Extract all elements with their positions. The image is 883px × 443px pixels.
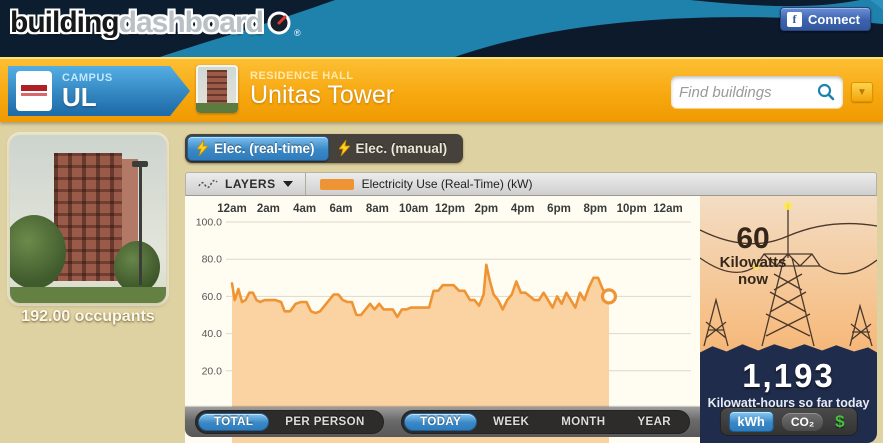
current-kilowatts-stat: 60 Kilowatts now bbox=[710, 224, 796, 289]
legend-label: Electricity Use (Real-Time) (kW) bbox=[362, 177, 533, 191]
gauge-icon bbox=[266, 10, 292, 36]
svg-text:12am: 12am bbox=[653, 203, 682, 215]
layers-dropdown-button[interactable]: LAYERS bbox=[186, 173, 306, 195]
svg-text:6pm: 6pm bbox=[547, 203, 571, 215]
top-header: buildingdashboard ® f Connect bbox=[0, 0, 883, 57]
unit-toggle-bar: kWh CO₂ $ bbox=[719, 407, 857, 436]
building-photo bbox=[10, 135, 166, 303]
kilowatts-now-word: now bbox=[710, 271, 796, 288]
building-name: Unitas Tower bbox=[250, 82, 394, 108]
chart-area: 100.0 80.0 60.0 40.0 20.0 12am 2am 4am 6am 8am 10a… bbox=[185, 196, 700, 443]
kwh-unit-button[interactable]: kWh bbox=[728, 411, 773, 432]
year-button[interactable]: YEAR bbox=[621, 413, 687, 431]
today-button[interactable]: TODAY bbox=[404, 413, 477, 431]
building-nav-bar: CAMPUS UL RESIDENCE HALL Unitas Tower ▼ bbox=[0, 57, 883, 122]
svg-text:2pm: 2pm bbox=[475, 203, 499, 215]
campus-breadcrumb[interactable]: CAMPUS UL bbox=[8, 66, 190, 116]
svg-text:80.0: 80.0 bbox=[202, 254, 223, 266]
chart-toolbar: TOTAL PER PERSON TODAY WEEK MONTH YEAR bbox=[185, 407, 700, 437]
month-button[interactable]: MONTH bbox=[545, 413, 621, 431]
electricity-usage-chart[interactable]: 100.0 80.0 60.0 40.0 20.0 12am 2am 4am 6am 8am 10a… bbox=[185, 196, 700, 443]
week-button[interactable]: WEEK bbox=[477, 413, 545, 431]
tab-label: Elec. (real-time) bbox=[214, 141, 315, 156]
layers-label: LAYERS bbox=[225, 177, 276, 191]
lightning-bolt-icon bbox=[339, 140, 350, 156]
svg-text:12pm: 12pm bbox=[435, 203, 465, 215]
campus-logo-thumbnail bbox=[16, 71, 52, 111]
kwh-today-value: 1,193 bbox=[700, 357, 877, 395]
period-segmented-control: TODAY WEEK MONTH YEAR bbox=[401, 410, 690, 434]
svg-text:20.0: 20.0 bbox=[202, 365, 223, 377]
dollars-unit-button[interactable]: $ bbox=[831, 412, 848, 432]
connect-label: Connect bbox=[808, 12, 860, 27]
facebook-icon: f bbox=[787, 12, 802, 27]
campus-name: UL bbox=[62, 84, 113, 110]
search-input[interactable] bbox=[679, 84, 817, 101]
total-button[interactable]: TOTAL bbox=[198, 413, 269, 431]
per-person-button[interactable]: PER PERSON bbox=[269, 413, 380, 431]
tab-elec-realtime[interactable]: Elec. (real-time) bbox=[187, 136, 329, 161]
facebook-connect-button[interactable]: f Connect bbox=[780, 7, 871, 31]
svg-text:10am: 10am bbox=[399, 203, 428, 215]
building-photo-thumbnail bbox=[196, 65, 238, 113]
svg-text:4pm: 4pm bbox=[511, 203, 535, 215]
occupants-count: 192.00 occupants bbox=[0, 308, 176, 326]
layers-legend-bar: LAYERS Electricity Use (Real-Time) (kW) bbox=[185, 172, 877, 196]
svg-text:40.0: 40.0 bbox=[202, 328, 223, 340]
legend-swatch bbox=[320, 179, 354, 190]
svg-text:6am: 6am bbox=[329, 203, 352, 215]
svg-text:60.0: 60.0 bbox=[202, 291, 223, 303]
building-dashboard-logo[interactable]: buildingdashboard ® bbox=[10, 8, 301, 38]
chevron-down-icon bbox=[283, 181, 293, 187]
layers-squiggle-icon bbox=[198, 178, 218, 190]
building-dashboard-page: buildingdashboard ® f Connect CAMPUS UL … bbox=[0, 0, 883, 443]
find-buildings-search bbox=[671, 76, 843, 108]
tab-elec-manual[interactable]: Elec. (manual) bbox=[329, 136, 462, 161]
chart-legend: Electricity Use (Real-Time) (kW) bbox=[320, 177, 533, 191]
svg-text:10pm: 10pm bbox=[617, 203, 647, 215]
building-breadcrumb[interactable]: RESIDENCE HALL Unitas Tower bbox=[196, 65, 394, 113]
tab-label: Elec. (manual) bbox=[356, 141, 448, 156]
kilowatts-now-unit: Kilowatts bbox=[710, 254, 796, 271]
svg-text:8pm: 8pm bbox=[584, 203, 608, 215]
svg-text:4am: 4am bbox=[293, 203, 316, 215]
meter-tabs: Elec. (real-time) Elec. (manual) bbox=[185, 134, 463, 163]
search-dropdown-button[interactable]: ▼ bbox=[851, 82, 873, 102]
svg-text:2am: 2am bbox=[257, 203, 280, 215]
current-usage-panel: 60 Kilowatts now 1,193 Kilowatt-hours so… bbox=[700, 196, 877, 443]
svg-text:8am: 8am bbox=[366, 203, 389, 215]
logo-text-building: building bbox=[10, 8, 119, 38]
scope-segmented-control: TOTAL PER PERSON bbox=[195, 410, 384, 434]
svg-text:12am: 12am bbox=[217, 203, 246, 215]
lightning-bolt-icon bbox=[197, 140, 208, 156]
search-icon[interactable] bbox=[817, 83, 835, 101]
chevron-down-icon: ▼ bbox=[857, 87, 867, 98]
registered-mark: ® bbox=[294, 28, 301, 38]
kilowatts-now-value: 60 bbox=[710, 224, 796, 254]
logo-text-dashboard: dashboard bbox=[119, 8, 263, 38]
svg-text:100.0: 100.0 bbox=[196, 217, 222, 229]
co2-unit-button[interactable]: CO₂ bbox=[782, 413, 823, 431]
